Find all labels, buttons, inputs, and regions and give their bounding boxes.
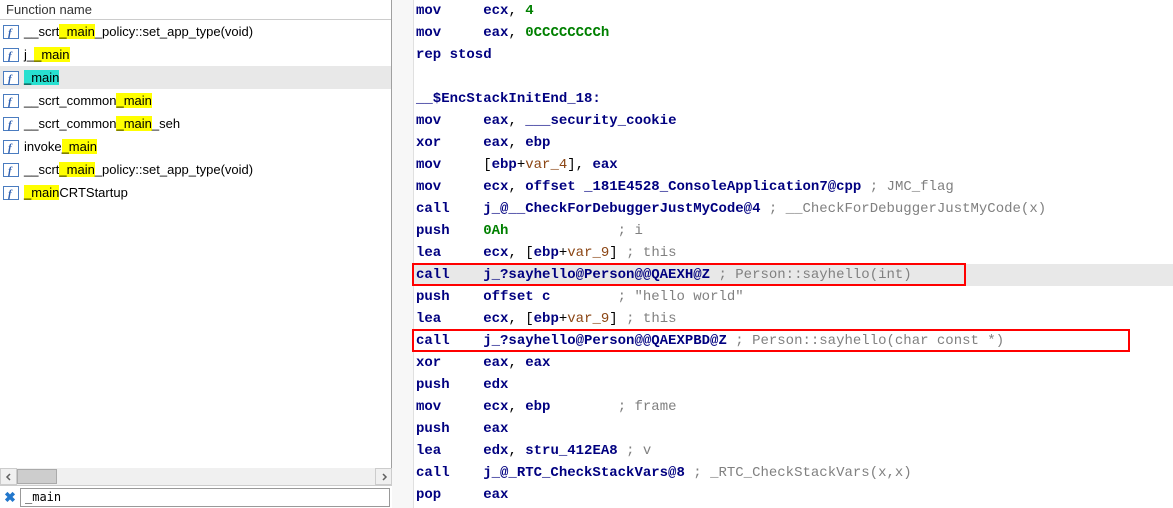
scroll-left-button[interactable]	[0, 468, 17, 485]
code-line[interactable]: mov ecx, offset _181E4528_ConsoleApplica…	[414, 176, 1173, 198]
code-line[interactable]: call j_@_RTC_CheckStackVars@8 ; _RTC_Che…	[414, 462, 1173, 484]
function-icon: f	[2, 116, 20, 132]
function-row[interactable]: f __scrt_main_policy::set_app_type(void)	[0, 158, 391, 181]
code-line[interactable]: mov ecx, 4	[414, 0, 1173, 22]
code-line[interactable]: push 0Ah ; i	[414, 220, 1173, 242]
function-name: j__main	[24, 47, 70, 62]
filter-input[interactable]	[20, 488, 390, 507]
function-icon: f	[2, 185, 20, 201]
filter-bar: ✖	[0, 485, 392, 508]
functions-panel: Function name f__scrt_main_policy::set_a…	[0, 0, 392, 508]
scroll-track[interactable]	[17, 468, 375, 485]
function-row[interactable]: f __scrt_common_main	[0, 89, 391, 112]
code-line[interactable]: pop eax	[414, 484, 1173, 506]
function-row[interactable]: f _mainCRTStartup	[0, 181, 391, 204]
function-name: _main	[24, 70, 59, 85]
function-row[interactable]: f __scrt_common_main_seh	[0, 112, 391, 135]
function-icon: f	[2, 47, 20, 63]
function-row[interactable]: f __scrt_main_policy::set_app_type(void)	[0, 20, 391, 43]
code-line[interactable]: push edx	[414, 374, 1173, 396]
code-line[interactable]: mov [ebp+var_4], eax	[414, 154, 1173, 176]
functions-list[interactable]: f__scrt_main_policy::set_app_type(void)f…	[0, 20, 391, 508]
code-line[interactable]: push offset c ; "hello world"	[414, 286, 1173, 308]
function-icon: f	[2, 139, 20, 155]
horizontal-scrollbar[interactable]	[0, 468, 392, 485]
code-line[interactable]: mov eax, ___security_cookie	[414, 110, 1173, 132]
function-icon: f	[2, 93, 20, 109]
code-line[interactable]: __$EncStackInitEnd_18:	[414, 88, 1173, 110]
scroll-thumb[interactable]	[17, 469, 57, 484]
function-name: _mainCRTStartup	[24, 185, 128, 200]
code-line[interactable]: call j_?sayhello@Person@@QAEXPBD@Z ; Per…	[414, 330, 1173, 352]
code-line[interactable]	[414, 66, 1173, 88]
code-line[interactable]: lea edx, stru_412EA8 ; v	[414, 440, 1173, 462]
close-filter-icon[interactable]: ✖	[0, 489, 20, 506]
function-icon: f	[2, 24, 20, 40]
code-line[interactable]: call j_@__CheckForDebuggerJustMyCode@4 ;…	[414, 198, 1173, 220]
disassembly-panel: mov ecx, 4mov eax, 0CCCCCCCChrep stosd _…	[392, 0, 1173, 508]
code-line[interactable]: call j_?sayhello@Person@@QAEXH@Z ; Perso…	[414, 264, 1173, 286]
code-line[interactable]: lea ecx, [ebp+var_9] ; this	[414, 308, 1173, 330]
function-row[interactable]: f invoke_main	[0, 135, 391, 158]
code-line[interactable]: xor eax, ebp	[414, 132, 1173, 154]
functions-header: Function name	[0, 0, 391, 20]
code-line[interactable]: rep stosd	[414, 44, 1173, 66]
function-name: __scrt_common_main	[24, 93, 152, 108]
function-name: __scrt_common_main_seh	[24, 116, 180, 131]
gutter	[392, 0, 414, 508]
function-name: invoke_main	[24, 139, 97, 154]
function-name: __scrt_main_policy::set_app_type(void)	[24, 162, 253, 177]
code-line[interactable]: push eax	[414, 418, 1173, 440]
disassembly-view[interactable]: mov ecx, 4mov eax, 0CCCCCCCChrep stosd _…	[414, 0, 1173, 508]
function-row[interactable]: f _main	[0, 66, 391, 89]
code-line[interactable]: mov eax, 0CCCCCCCCh	[414, 22, 1173, 44]
code-line[interactable]: lea ecx, [ebp+var_9] ; this	[414, 242, 1173, 264]
function-row[interactable]: f j__main	[0, 43, 391, 66]
function-icon: f	[2, 162, 20, 178]
function-name: __scrt_main_policy::set_app_type(void)	[24, 24, 253, 39]
scroll-right-button[interactable]	[375, 468, 392, 485]
code-line[interactable]: xor eax, eax	[414, 352, 1173, 374]
function-icon: f	[2, 70, 20, 86]
code-line[interactable]: mov ecx, ebp ; frame	[414, 396, 1173, 418]
